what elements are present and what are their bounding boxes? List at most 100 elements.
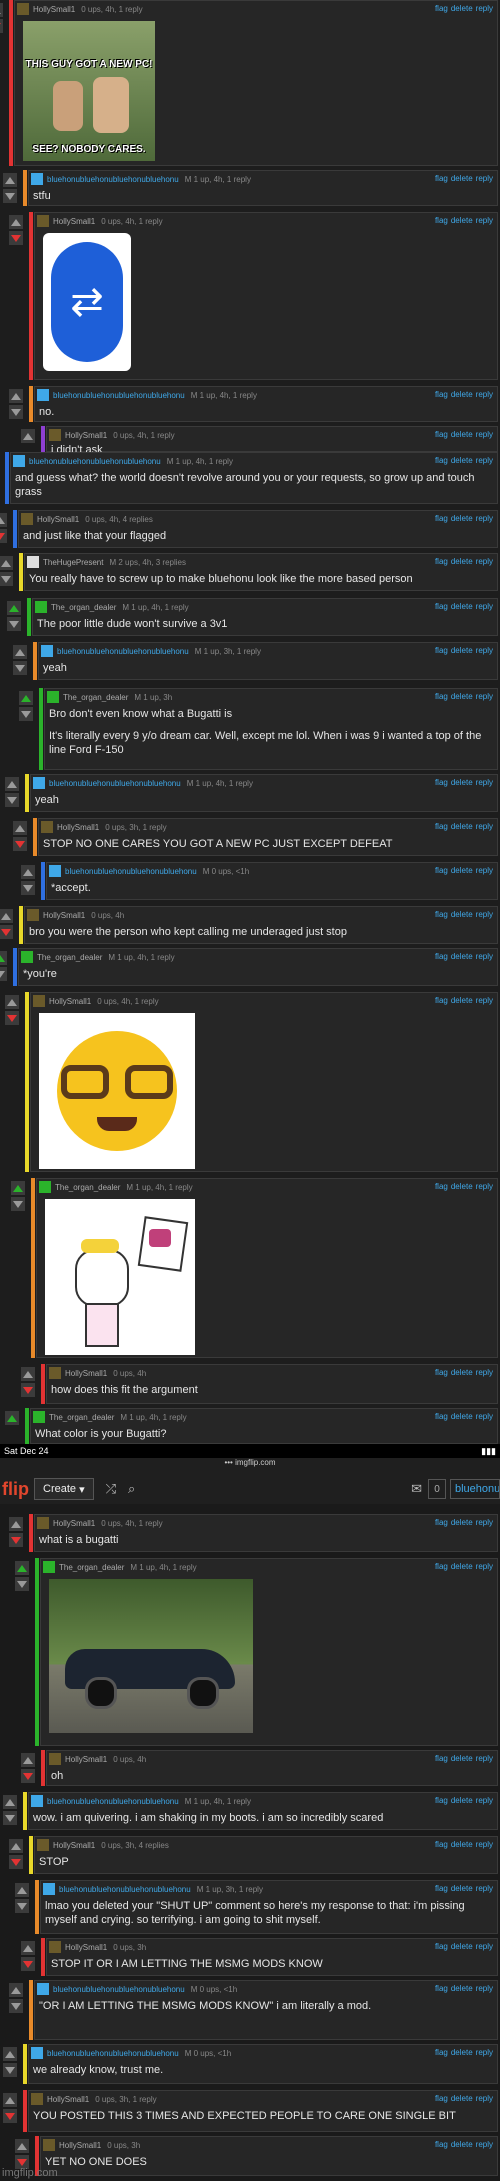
avatar[interactable] [43, 1883, 55, 1895]
flag-link[interactable]: flag [435, 822, 448, 831]
username[interactable]: HollySmall1 [53, 1841, 95, 1850]
delete-link[interactable]: delete [451, 692, 473, 701]
flag-link[interactable]: flag [435, 557, 448, 566]
upvote-button[interactable] [9, 215, 23, 229]
mail-icon[interactable]: ✉ [411, 1481, 422, 1497]
reply-link[interactable]: reply [476, 1984, 493, 1993]
flag-link[interactable]: flag [435, 910, 448, 919]
avatar[interactable] [39, 1181, 51, 1193]
reply-link[interactable]: reply [476, 778, 493, 787]
avatar[interactable] [33, 777, 45, 789]
username[interactable]: bluehonubluehonubluehonubluehonu [65, 867, 197, 876]
avatar[interactable] [43, 2139, 55, 2151]
upvote-button[interactable] [9, 1517, 23, 1531]
upvote-button[interactable] [21, 1753, 35, 1767]
reply-link[interactable]: reply [476, 1884, 493, 1893]
username[interactable]: The_organ_dealer [37, 953, 102, 962]
flag-link[interactable]: flag [435, 646, 448, 655]
upvote-button[interactable] [21, 1367, 35, 1381]
avatar[interactable] [33, 1411, 45, 1423]
flag-link[interactable]: flag [435, 1182, 448, 1191]
delete-link[interactable]: delete [451, 430, 473, 439]
reply-link[interactable]: reply [476, 1182, 493, 1191]
avatar[interactable] [31, 2047, 43, 2059]
delete-link[interactable]: delete [451, 778, 473, 787]
username[interactable]: The_organ_dealer [51, 603, 116, 612]
username[interactable]: HollySmall1 [65, 1943, 107, 1952]
upvote-button[interactable] [0, 951, 7, 965]
delete-link[interactable]: delete [451, 1412, 473, 1421]
username[interactable]: bluehonubluehonubluehonubluehonu [47, 175, 179, 184]
username[interactable]: bluehonubluehonubluehonubluehonu [59, 1885, 191, 1894]
username[interactable]: bluehonubluehonubluehonubluehonu [47, 2049, 179, 2058]
shuffle-icon[interactable]: ⤮ [106, 1481, 116, 1497]
delete-link[interactable]: delete [451, 646, 473, 655]
search-input[interactable]: bluehonu [450, 1479, 500, 1499]
avatar[interactable] [41, 645, 53, 657]
upvote-button[interactable] [0, 909, 13, 923]
flag-link[interactable]: flag [435, 4, 448, 13]
reply-link[interactable]: reply [476, 2094, 493, 2103]
avatar[interactable] [49, 429, 61, 441]
downvote-button[interactable] [9, 231, 23, 245]
avatar[interactable] [37, 1517, 49, 1529]
delete-link[interactable]: delete [451, 4, 473, 13]
avatar[interactable] [49, 1941, 61, 1953]
flag-link[interactable]: flag [435, 2094, 448, 2103]
reply-link[interactable]: reply [476, 1518, 493, 1527]
upvote-button[interactable] [19, 691, 33, 705]
reply-link[interactable]: reply [476, 866, 493, 875]
upvote-button[interactable] [3, 173, 17, 187]
reply-link[interactable]: reply [476, 4, 493, 13]
downvote-button[interactable] [21, 881, 35, 895]
avatar[interactable] [37, 389, 49, 401]
delete-link[interactable]: delete [451, 390, 473, 399]
username[interactable]: HollySmall1 [43, 911, 85, 920]
upvote-button[interactable] [13, 645, 27, 659]
upvote-button[interactable] [0, 556, 13, 570]
avatar[interactable] [27, 909, 39, 921]
downvote-button[interactable] [0, 925, 13, 939]
reply-link[interactable]: reply [476, 910, 493, 919]
avatar[interactable] [21, 951, 33, 963]
downvote-button[interactable] [5, 793, 19, 807]
username[interactable]: HollySmall1 [53, 1519, 95, 1528]
upvote-button[interactable] [9, 389, 23, 403]
delete-link[interactable]: delete [451, 866, 473, 875]
flag-link[interactable]: flag [435, 1562, 448, 1571]
imgflip-logo[interactable]: flip [2, 1479, 29, 1500]
delete-link[interactable]: delete [451, 1984, 473, 1993]
reply-link[interactable]: reply [476, 1562, 493, 1571]
delete-link[interactable]: delete [451, 996, 473, 1005]
username[interactable]: HollySmall1 [65, 1369, 107, 1378]
reply-link[interactable]: reply [476, 822, 493, 831]
downvote-button[interactable] [21, 1383, 35, 1397]
reply-link[interactable]: reply [476, 1412, 493, 1421]
search-icon[interactable]: ⌕ [128, 1481, 135, 1497]
avatar[interactable] [13, 455, 25, 467]
flag-link[interactable]: flag [435, 1368, 448, 1377]
delete-link[interactable]: delete [451, 456, 473, 465]
url-bar[interactable]: ••• imgflip.com [0, 1458, 500, 1474]
flag-link[interactable]: flag [435, 692, 448, 701]
avatar[interactable] [37, 1983, 49, 1995]
upvote-button[interactable] [3, 2093, 17, 2107]
avatar[interactable] [17, 3, 29, 15]
reply-link[interactable]: reply [476, 692, 493, 701]
create-button[interactable]: Create ▾ [34, 1478, 94, 1500]
username[interactable]: HollySmall1 [37, 515, 79, 524]
avatar[interactable] [37, 1839, 49, 1851]
delete-link[interactable]: delete [451, 952, 473, 961]
downvote-button[interactable] [5, 1011, 19, 1025]
downvote-button[interactable] [11, 1197, 25, 1211]
username[interactable]: HollySmall1 [65, 431, 107, 440]
downvote-button[interactable] [19, 707, 33, 721]
upvote-button[interactable] [0, 513, 7, 527]
delete-link[interactable]: delete [451, 557, 473, 566]
avatar[interactable] [49, 1753, 61, 1765]
downvote-button[interactable] [0, 19, 3, 33]
downvote-button[interactable] [0, 967, 7, 981]
flag-link[interactable]: flag [435, 1796, 448, 1805]
upvote-button[interactable] [21, 429, 35, 443]
upvote-button[interactable] [15, 1883, 29, 1897]
